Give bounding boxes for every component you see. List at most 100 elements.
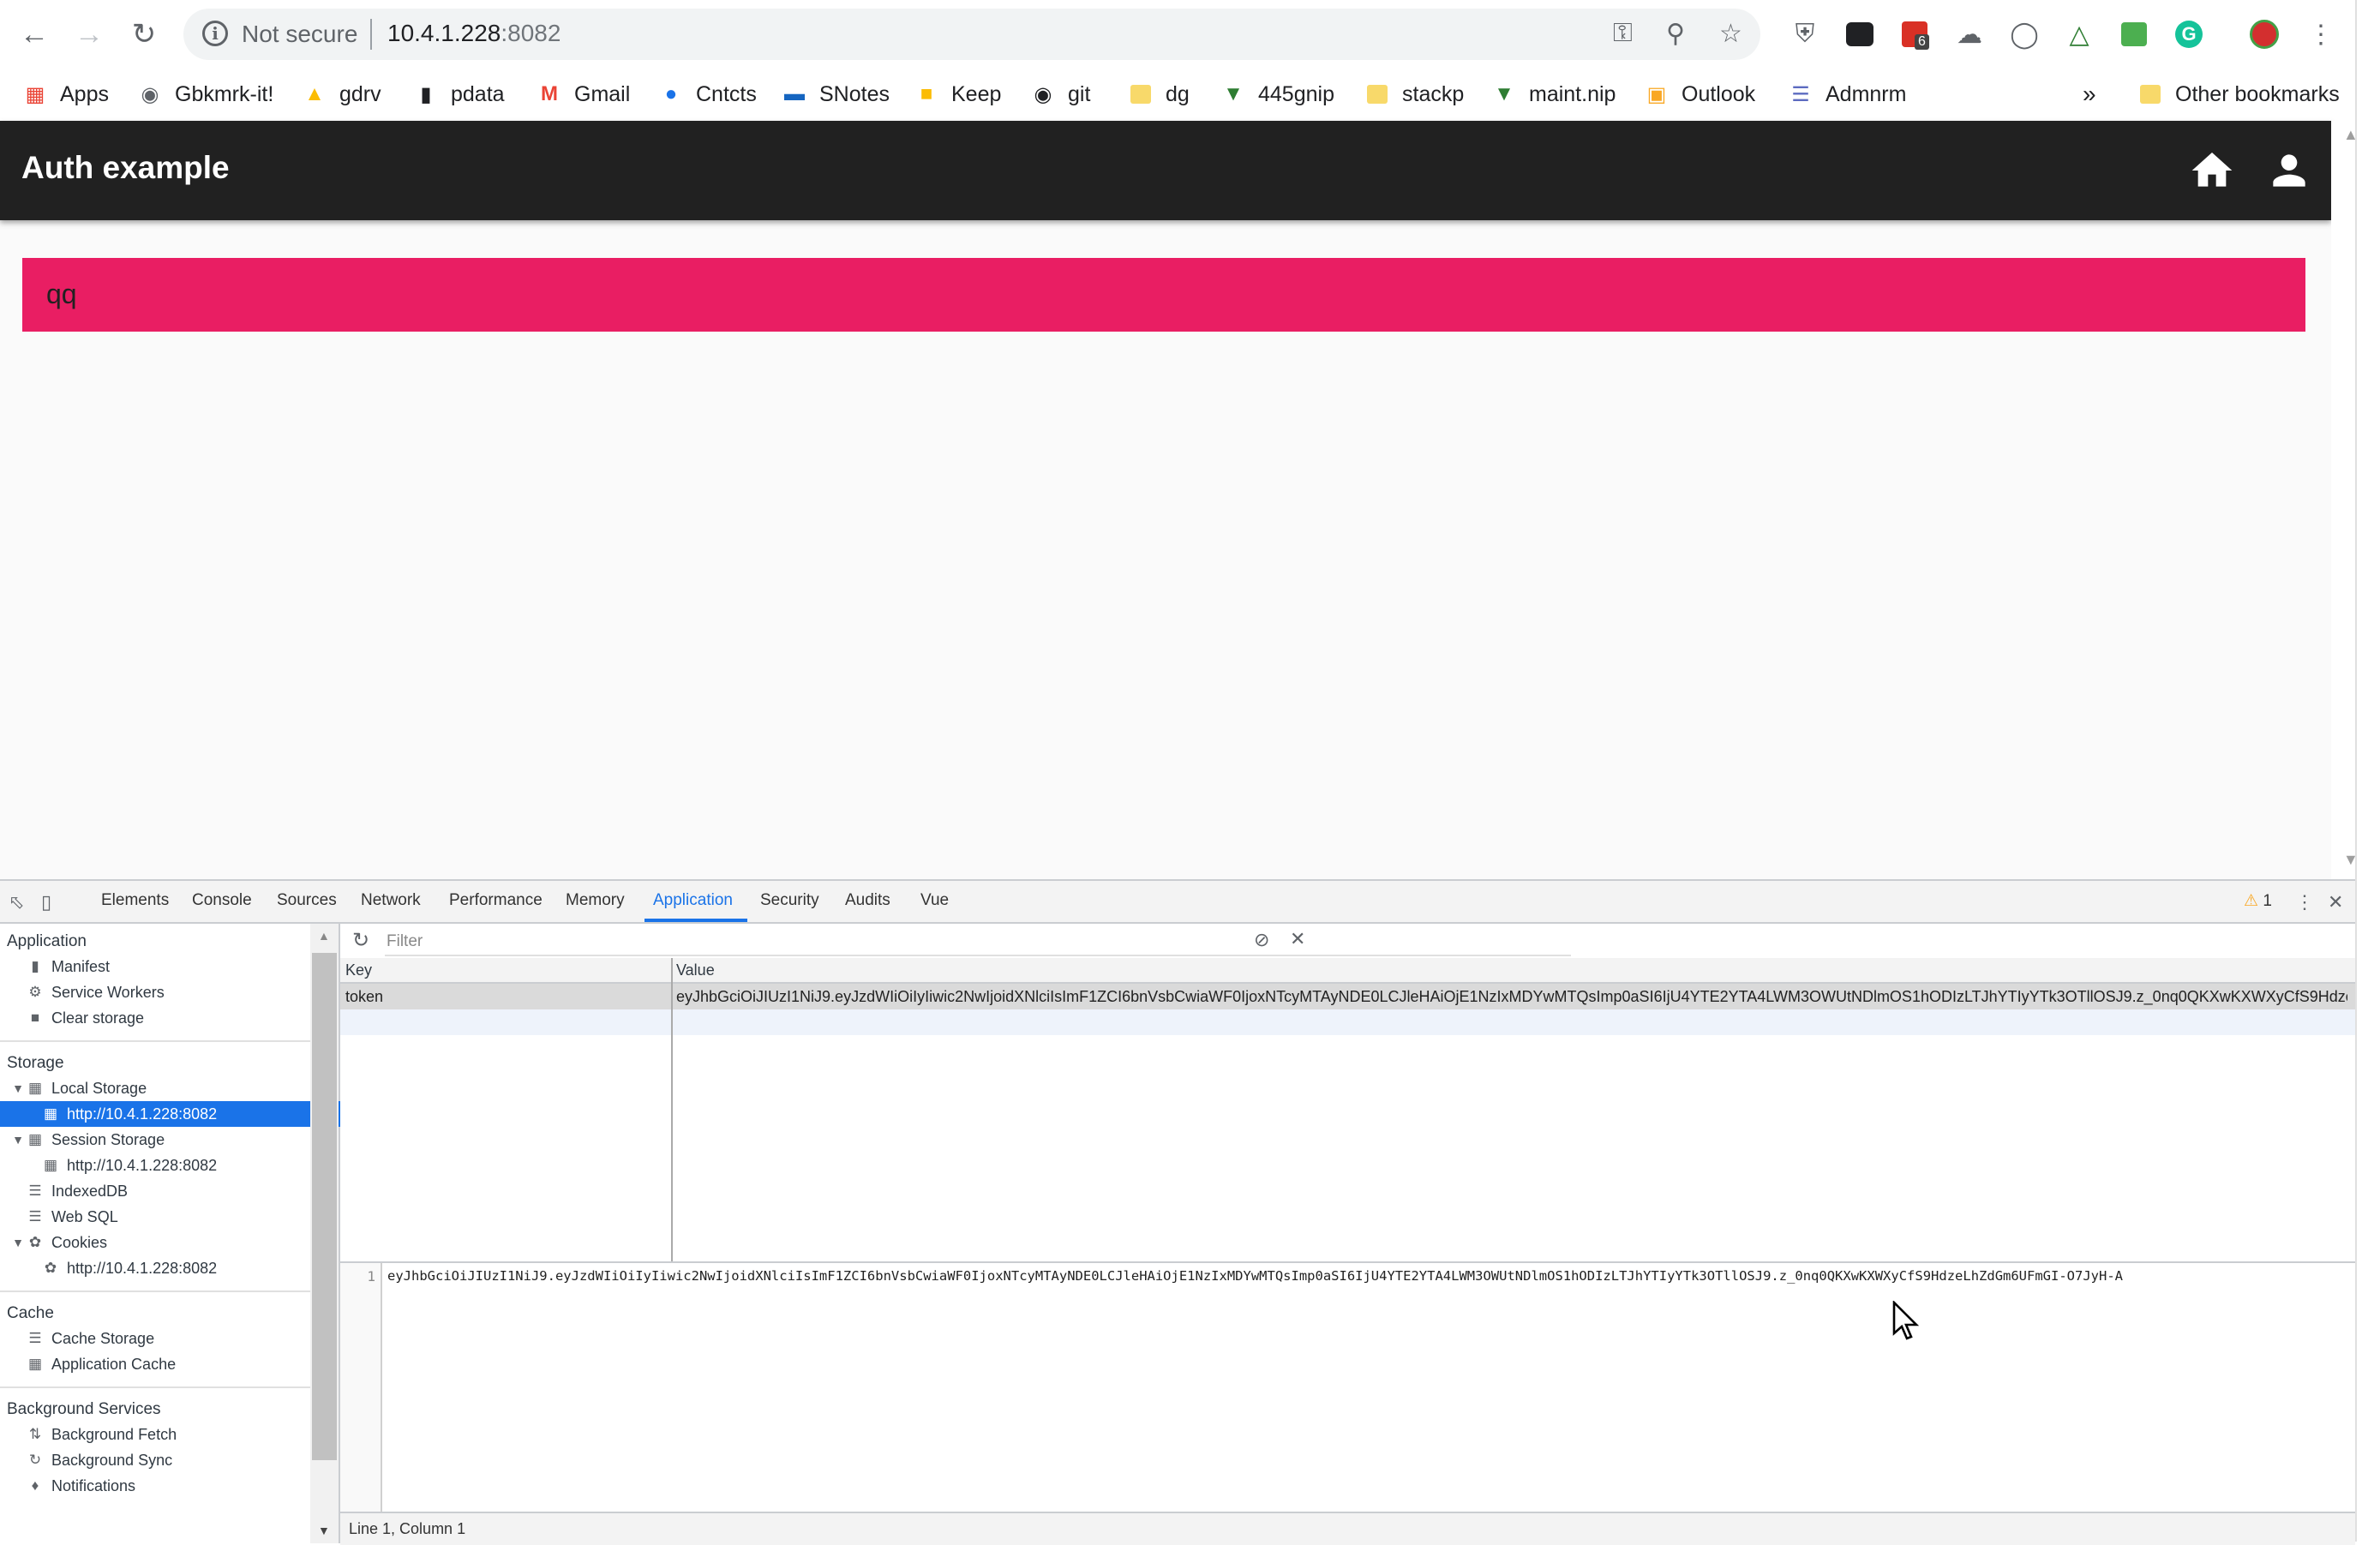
devtools-panel: ⬁ ▯ Elements Console Sources Network Per…	[0, 879, 2355, 1545]
table-header: Key Value	[340, 958, 2355, 984]
sidebar-item-session-storage-origin[interactable]: ▦ http://10.4.1.228:8082	[0, 1153, 351, 1178]
bookmark-outlook[interactable]: ▣ Outlook	[1644, 69, 1756, 120]
close-devtools-icon[interactable]: ✕	[2328, 891, 2343, 913]
bookmark-cntcts[interactable]: ● Cntcts	[658, 69, 757, 120]
sidebar-item-background-sync[interactable]: ↻ Background Sync	[0, 1447, 336, 1473]
tab-network[interactable]: Network	[361, 891, 421, 910]
bookmark-dg[interactable]: dg	[1128, 69, 1190, 120]
home-icon	[2191, 153, 2233, 187]
sidebar-scroll-thumb[interactable]	[312, 953, 337, 1460]
sidebar-item-session-storage[interactable]: ▼ ▦ Session Storage	[0, 1127, 321, 1153]
home-button[interactable]	[2188, 147, 2236, 195]
grid-icon: ▦	[27, 1356, 43, 1372]
tab-elements[interactable]: Elements	[101, 891, 169, 910]
sidebar-item-application-cache[interactable]: ▦ Application Cache	[0, 1351, 336, 1377]
sidebar-item-indexeddb[interactable]: ☰ IndexedDB	[0, 1178, 336, 1204]
zoom-icon[interactable]: ⚲	[1666, 19, 1685, 49]
bookmarks-more-button[interactable]: »	[2083, 69, 2096, 120]
delete-selected-icon[interactable]: ✕	[1290, 928, 1305, 950]
sidebar-item-background-fetch[interactable]: ⇅ Background Fetch	[0, 1422, 336, 1447]
back-icon[interactable]: ←	[9, 9, 60, 60]
devtools-menu-icon[interactable]: ⋮	[2295, 891, 2314, 913]
filter-input[interactable]	[385, 929, 1571, 956]
sidebar-item-cache-storage[interactable]: ☰ Cache Storage	[0, 1326, 336, 1351]
warnings-counter[interactable]: ⚠ 1	[2244, 891, 2272, 911]
tab-sources[interactable]: Sources	[277, 891, 337, 910]
key-icon[interactable]: ⚿	[1613, 19, 1633, 48]
device-toolbar-icon[interactable]: ▯	[41, 891, 51, 913]
cloud-icon[interactable]: ☁	[1951, 15, 1988, 53]
account-button[interactable]	[2265, 147, 2313, 195]
url-text[interactable]: 10.4.1.228:8082	[387, 20, 561, 47]
sidebar-item-local-storage-origin[interactable]: ▦ http://10.4.1.228:8082	[0, 1101, 351, 1127]
sidebar-item-clear-storage[interactable]: ■ Clear storage	[0, 1005, 336, 1031]
refresh-icon[interactable]: ↻	[352, 928, 369, 953]
omnibox-divider	[370, 19, 372, 50]
printer-extension-icon[interactable]	[2115, 15, 2153, 53]
profile-avatar-icon[interactable]	[2245, 15, 2283, 53]
sidebar-scrollbar[interactable]: ▲ ▼	[310, 924, 339, 1543]
sidebar-item-cookies[interactable]: ▼ ✿ Cookies	[0, 1230, 321, 1255]
bookmark-apps[interactable]: ▦ Apps	[22, 69, 109, 120]
tab-vue[interactable]: Vue	[920, 891, 949, 910]
tab-security[interactable]: Security	[760, 891, 819, 910]
forward-icon[interactable]: →	[63, 9, 115, 60]
star-icon[interactable]: ☆	[1719, 19, 1742, 49]
bookmark-gdrv[interactable]: ▲ gdrv	[302, 69, 381, 120]
menu-icon[interactable]: ⋮	[2302, 15, 2340, 53]
calendar-extension-icon[interactable]: 6	[1896, 15, 1933, 53]
column-divider[interactable]	[671, 958, 673, 1261]
triangle-extension-icon[interactable]: △	[2060, 15, 2098, 53]
bookmark-445gnip[interactable]: ▼ 445gnip	[1220, 69, 1334, 120]
bookmark-admnrm[interactable]: ☰ Admnrm	[1788, 69, 1906, 120]
info-icon[interactable]: i	[202, 21, 228, 46]
storage-toolbar: ↻ ⊘ ✕	[340, 924, 2355, 960]
expand-triangle-icon[interactable]: ▼	[10, 1236, 26, 1249]
tab-audits[interactable]: Audits	[845, 891, 890, 910]
bookmark-pdata[interactable]: ▮ pdata	[413, 69, 504, 120]
scroll-down-icon[interactable]: ▼	[318, 1524, 330, 1537]
column-value-header[interactable]: Value	[676, 961, 715, 979]
sidebar-item-local-storage[interactable]: ▼ ▦ Local Storage	[0, 1075, 321, 1101]
row-key[interactable]: token	[345, 988, 662, 1006]
tab-application[interactable]: Application	[653, 891, 733, 910]
table-row-empty[interactable]	[340, 1009, 2355, 1035]
table-row[interactable]: token eyJhbGciOiJIUzI1NiJ9.eyJzdWIiOiIyI…	[340, 984, 2355, 1009]
clear-all-icon[interactable]: ⊘	[1254, 929, 1269, 951]
sidebar-item-cookies-origin[interactable]: ✿ http://10.4.1.228:8082	[0, 1255, 351, 1281]
address-bar[interactable]: i Not secure 10.4.1.228:8082 ⚿ ⚲ ☆	[183, 9, 1760, 60]
preview-text[interactable]: eyJhbGciOiJIUzI1NiJ9.eyJzdWIiOiIyIiwic2N…	[387, 1268, 2123, 1284]
column-key-header[interactable]: Key	[345, 961, 372, 979]
bookmark-maint-nip[interactable]: ▼ maint.nip	[1491, 69, 1616, 120]
sidebar-item-notifications[interactable]: ♦ Notifications	[0, 1473, 336, 1499]
expand-triangle-icon[interactable]: ▼	[10, 1133, 26, 1147]
sidebar-item-manifest[interactable]: ▮ Manifest	[0, 954, 336, 979]
extension-icon[interactable]	[1841, 15, 1879, 53]
tab-console[interactable]: Console	[192, 891, 252, 910]
database-icon: ☰	[1791, 82, 1810, 106]
bookmark-gmail[interactable]: M Gmail	[537, 69, 630, 120]
bookmark-gbkmrk[interactable]: ◉ Gbkmrk-it!	[137, 69, 274, 120]
globe-icon: ◉	[141, 82, 159, 106]
bitwarden-icon[interactable]: ⛨	[1786, 15, 1824, 53]
pocket-icon[interactable]: ◯	[2005, 15, 2043, 53]
inspect-element-icon[interactable]: ⬁	[9, 891, 24, 913]
bookmark-keep[interactable]: ■ Keep	[914, 69, 1002, 120]
bookmark-stackp[interactable]: stackp	[1364, 69, 1464, 120]
tab-memory[interactable]: Memory	[566, 891, 625, 910]
storage-view: ↻ ⊘ ✕ Key Value token eyJhbGciOiJIUzI1Ni…	[340, 924, 2355, 1545]
bookmark-snotes[interactable]: ▬ SNotes	[782, 69, 890, 120]
sidebar-item-websql[interactable]: ☰ Web SQL	[0, 1204, 336, 1230]
simplenote-icon: ▬	[784, 82, 805, 105]
bookmark-other[interactable]: Other bookmarks	[2137, 69, 2340, 120]
security-label[interactable]: Not secure	[242, 21, 357, 48]
trash-icon: ■	[30, 1009, 40, 1026]
grammarly-icon[interactable]: G	[2170, 15, 2208, 53]
scroll-up-icon[interactable]: ▲	[318, 929, 330, 943]
bookmark-git[interactable]: ◉ git	[1030, 69, 1091, 120]
reload-icon[interactable]: ↻	[118, 9, 170, 60]
row-value[interactable]: eyJhbGciOiJIUzI1NiJ9.eyJzdWIiOiIyIiwic2N…	[676, 988, 2347, 1006]
tab-performance[interactable]: Performance	[449, 891, 543, 910]
sidebar-item-service-workers[interactable]: ⚙ Service Workers	[0, 979, 336, 1005]
expand-triangle-icon[interactable]: ▼	[10, 1081, 26, 1095]
